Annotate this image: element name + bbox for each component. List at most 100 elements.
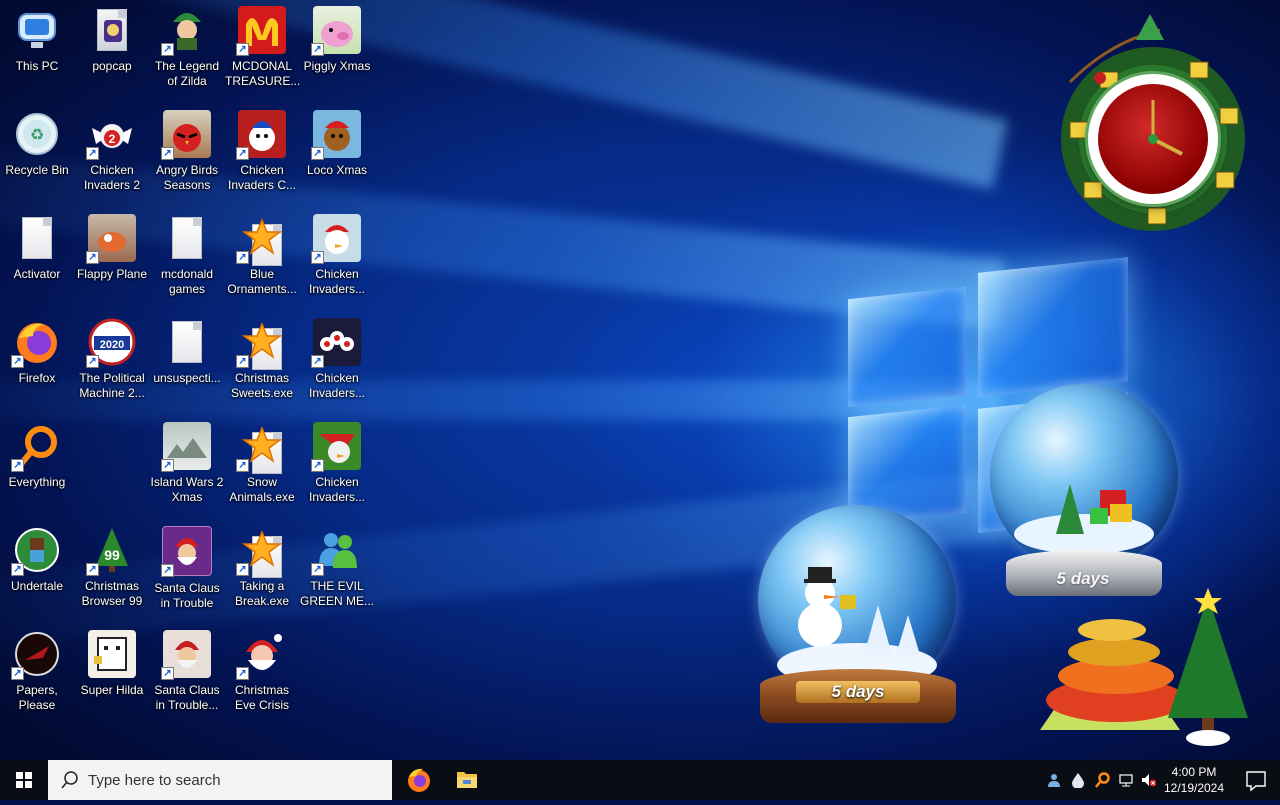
globe-glass xyxy=(990,384,1178,570)
christmas-browser-icon: 99 ↗ xyxy=(86,526,136,576)
volume-muted-icon[interactable] xyxy=(1140,772,1156,788)
desktop-icon-mcdonal-treasure[interactable]: ↗ MCDONAL TREASURE... xyxy=(225,6,300,89)
chicken-invaders-icon: ↗ xyxy=(236,110,286,160)
piggly-icon: ↗ xyxy=(311,6,361,56)
search-icon xyxy=(61,771,78,789)
desktop-icon-chicken-invaders-b[interactable]: ↗ Chicken Invaders... xyxy=(300,318,374,401)
svg-text:99: 99 xyxy=(104,547,120,563)
snow-globe-left[interactable]: 5 days xyxy=(756,505,960,727)
clock-face xyxy=(1088,74,1218,204)
svg-text:♻: ♻ xyxy=(30,125,44,144)
desktop-icon-loco-xmas[interactable]: ↗ Loco Xmas xyxy=(300,110,374,178)
firefox-icon xyxy=(408,768,430,792)
desktop-icon-piggly-xmas[interactable]: ↗ Piggly Xmas xyxy=(300,6,374,74)
taskbar-firefox-button[interactable] xyxy=(395,760,443,800)
action-center-button[interactable] xyxy=(1232,760,1280,800)
globe-glass xyxy=(758,505,956,695)
svg-text:2020: 2020 xyxy=(100,339,124,351)
start-button[interactable] xyxy=(0,760,48,800)
snow-globe-right[interactable]: 5 days xyxy=(988,384,1180,604)
chicken-invaders-icon: ↗ xyxy=(311,318,361,368)
exe-star-icon: ↗ xyxy=(236,526,286,578)
firefox-icon: ↗ xyxy=(11,318,61,368)
desktop-icon-this-pc[interactable]: This PC xyxy=(0,6,74,74)
taskbar-clock[interactable]: 4:00 PM 12/19/2024 xyxy=(1160,764,1228,796)
desktop-icon-chicken-invaders-c[interactable]: ↗ Chicken Invaders C... xyxy=(225,110,299,193)
folder-icon xyxy=(163,214,211,262)
desktop-icon-popcap[interactable]: popcap xyxy=(75,6,149,74)
political-machine-icon: 2020 ↗ xyxy=(86,318,136,368)
flappy-plane-icon: ↗ xyxy=(86,214,136,264)
desktop-icon-political-machine[interactable]: 2020 ↗ The Political Machine 2... xyxy=(75,318,149,401)
taskbar-search-box[interactable]: Type here to search xyxy=(48,760,392,800)
desktop-icon-island-wars-2-xmas[interactable]: ↗ Island Wars 2 Xmas xyxy=(150,422,224,505)
popcap-icon xyxy=(88,6,136,54)
windows-start-icon xyxy=(16,772,32,788)
christmas-tree-gadget[interactable] xyxy=(1030,588,1255,753)
desktop-icon-snow-animals[interactable]: ↗ Snow Animals.exe xyxy=(225,422,299,505)
santa-face-icon: ↗ xyxy=(236,630,286,680)
exe-star-icon: ↗ xyxy=(236,422,286,474)
people-icon[interactable] xyxy=(1046,772,1062,788)
santa-claus-icon: ↗ xyxy=(161,630,211,680)
desktop-icon-santa-claus-in-trouble[interactable]: ↗ Santa Claus in Trouble xyxy=(150,526,224,611)
desktop-icon-chicken-invaders-a[interactable]: ↗ Chicken Invaders... xyxy=(300,214,374,297)
chicken-invaders-icon: ↗ xyxy=(311,214,361,264)
file-icon xyxy=(13,214,61,262)
papers-please-icon: ↗ xyxy=(11,630,61,680)
svg-text:2: 2 xyxy=(109,132,116,146)
undertale-icon: ↗ xyxy=(11,526,61,576)
network-icon[interactable] xyxy=(1118,772,1134,788)
drop-icon[interactable] xyxy=(1070,772,1086,788)
search-placeholder: Type here to search xyxy=(88,772,221,789)
desktop-icon-taking-a-break[interactable]: ↗ Taking a Break.exe xyxy=(225,526,299,609)
desktop-icon-christmas-eve-crisis[interactable]: ↗ Christmas Eve Crisis xyxy=(225,630,299,713)
taskbar: Type here to search 4:00 PM 12/19/2024 xyxy=(0,760,1280,800)
desktop-icon-papers-please[interactable]: ↗ Papers, Please xyxy=(0,630,74,713)
notification-icon xyxy=(1246,771,1266,792)
desktop-icon-the-evil-green-me[interactable]: ↗ THE EVIL GREEN ME... xyxy=(300,526,374,609)
desktop-icon-santa-claus-in-trouble-2[interactable]: ↗ Santa Claus in Trouble... xyxy=(150,630,224,713)
desktop-icon-firefox[interactable]: ↗ Firefox xyxy=(0,318,74,386)
desktop-icon-mcdonald-games[interactable]: mcdonald games xyxy=(150,214,224,297)
countdown-label-right: 5 days xyxy=(1056,569,1110,588)
desktop-icon-activator[interactable]: Activator xyxy=(0,214,74,282)
chicken-invaders-icon: ↗ xyxy=(311,422,361,472)
taskbar-file-explorer-button[interactable] xyxy=(443,760,491,800)
exe-star-icon: ↗ xyxy=(236,214,286,266)
desktop-icon-everything[interactable]: ↗ Everything xyxy=(0,422,74,490)
desktop-icon-flappy-plane[interactable]: ↗ Flappy Plane xyxy=(75,214,149,282)
desktop-icon-christmas-sweets[interactable]: ↗ Christmas Sweets.exe xyxy=(225,318,299,401)
christmas-clock-gadget[interactable] xyxy=(1040,12,1262,234)
desktop-icon-chicken-invaders-c2[interactable]: ↗ Chicken Invaders... xyxy=(300,422,374,505)
file-icon xyxy=(163,318,211,366)
file-explorer-icon xyxy=(457,772,477,788)
messenger-icon: ↗ xyxy=(311,526,361,576)
loco-bear-icon: ↗ xyxy=(311,110,361,160)
angry-birds-icon: ↗ xyxy=(161,110,211,160)
legend-of-zilda-icon: ↗ xyxy=(161,6,211,56)
exe-star-icon: ↗ xyxy=(236,318,286,370)
clock-date: 12/19/2024 xyxy=(1163,781,1225,795)
recycle-bin-icon: ♻ xyxy=(13,110,61,158)
super-hilda-icon xyxy=(88,630,136,678)
island-wars-icon: ↗ xyxy=(161,422,211,472)
computer-icon xyxy=(13,6,61,54)
desktop-icon-unsuspecti[interactable]: unsuspecti... xyxy=(150,318,224,386)
christmas-tree-icon xyxy=(1040,588,1248,746)
desktop-icon-legend-of-zilda[interactable]: ↗ The Legend of Zilda xyxy=(150,6,224,89)
clock-time: 4:00 PM xyxy=(1171,765,1217,779)
mcdonalds-icon: ↗ xyxy=(236,6,286,56)
desktop-icon-super-hilda[interactable]: Super Hilda xyxy=(75,630,149,698)
search-tool-icon[interactable] xyxy=(1094,772,1110,788)
santa-claus-icon: ↗ xyxy=(161,526,212,577)
desktop-icon-undertale[interactable]: ↗ Undertale xyxy=(0,526,74,594)
desktop-icon-blue-ornaments[interactable]: ↗ Blue Ornaments... xyxy=(225,214,299,297)
countdown-label-left: 5 days xyxy=(831,682,885,701)
desktop-icon-recycle-bin[interactable]: ♻ Recycle Bin xyxy=(0,110,74,178)
desktop-icon-christmas-browser-99[interactable]: 99 ↗ Christmas Browser 99 xyxy=(75,526,149,609)
desktop-icon-angry-birds-seasons[interactable]: ↗ Angry Birds Seasons xyxy=(150,110,224,193)
chicken-invaders-2-icon: 2 ↗ xyxy=(86,110,136,160)
desktop-icon-chicken-invaders-2[interactable]: 2 ↗ Chicken Invaders 2 xyxy=(75,110,149,193)
everything-search-icon: ↗ xyxy=(11,422,61,472)
